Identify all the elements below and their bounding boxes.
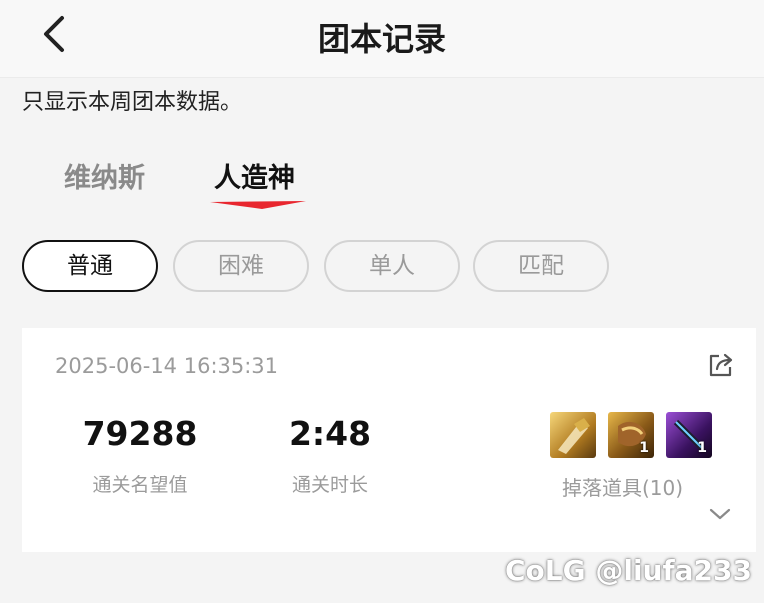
weekly-data-note: 只显示本周团本数据。 xyxy=(22,90,243,115)
gold-bracer-icon[interactable]: 1 xyxy=(608,412,654,458)
tab-venus[interactable]: 维纳斯 xyxy=(64,156,145,195)
record-timestamp: 2025-06-14 16:35:31 xyxy=(55,354,279,378)
gold-armor-icon[interactable] xyxy=(550,412,596,458)
difficulty-normal-button[interactable]: 普通 xyxy=(22,240,158,292)
item-count: 1 xyxy=(697,440,707,456)
difficulty-solo-button[interactable]: 单人 xyxy=(324,240,460,292)
duration-label: 通关时长 xyxy=(291,474,368,496)
item-count: 1 xyxy=(639,440,649,456)
difficulty-hard-button[interactable]: 困难 xyxy=(173,240,309,292)
watermark: CoLG @liufa233 xyxy=(504,554,752,587)
duration-value: 2:48 xyxy=(288,414,372,453)
difficulty-match-button[interactable]: 匹配 xyxy=(473,240,609,292)
raid-record-card[interactable]: 2025-06-14 16:35:31 79288 通关名望值 2:48 通关时… xyxy=(22,328,756,552)
tab-artificial-god[interactable]: 人造神 xyxy=(214,156,295,195)
active-tab-indicator xyxy=(210,201,306,209)
raid-tabs: 维纳斯 人造神 xyxy=(0,150,764,220)
page-title: 团本记录 xyxy=(317,20,446,58)
fame-value: 79288 xyxy=(82,414,198,453)
chevron-down-icon[interactable] xyxy=(708,504,732,524)
purple-weapon-icon[interactable]: 1 xyxy=(666,412,712,458)
drops-label: 掉落道具(10) xyxy=(562,476,684,500)
top-bar: 团本记录 xyxy=(0,0,764,78)
share-icon[interactable] xyxy=(706,350,736,380)
fame-label: 通关名望值 xyxy=(92,474,188,496)
